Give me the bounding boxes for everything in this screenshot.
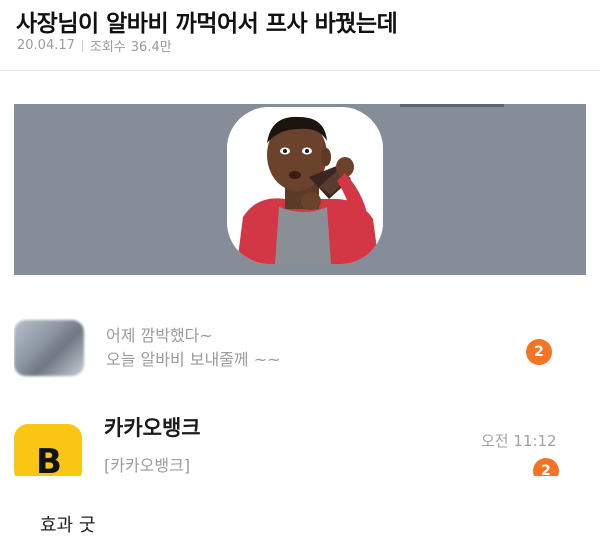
message-line-2: 오늘 알바비 보내줄께 ~~ [106, 350, 281, 369]
views-label: 조회수 [89, 40, 126, 55]
notification-boss-message[interactable]: 어제 깜박했다~ 오늘 알바비 보내줄께 ~~ 2 [14, 314, 586, 384]
app-subtitle: [카카오뱅크] [104, 456, 191, 475]
views-count: 36.4만 [130, 40, 172, 55]
post-date: 20.04.17 [17, 38, 75, 53]
man-with-empty-wallet-image [227, 107, 383, 264]
notification-time: 오전 11:12 [481, 432, 557, 450]
unread-count-badge: 2 [526, 339, 552, 365]
notification-kakaobank[interactable]: B 카카오뱅크 [카카오뱅크] 오전 11:12 2 [14, 400, 586, 476]
profile-banner [14, 104, 586, 275]
blurred-avatar [14, 320, 84, 376]
embedded-screenshot: 어제 깜박했다~ 오늘 알바비 보내줄께 ~~ 2 B 카카오뱅크 [카카오뱅크… [14, 104, 586, 476]
post-title: 사장님이 알바비 까먹어서 프사 바꿨는데 [16, 11, 398, 37]
kakaobank-app-icon: B [14, 424, 82, 476]
message-line-1: 어제 깜박했다~ [106, 326, 213, 345]
banner-edge [400, 104, 504, 107]
post-meta: 20.04.17 조회수 36.4만 [17, 36, 172, 55]
notification-message: 어제 깜박했다~ 오늘 알바비 보내줄께 ~~ [106, 324, 281, 372]
profile-photo [227, 107, 383, 264]
meta-divider [81, 39, 83, 52]
unread-count-badge: 2 [533, 458, 559, 476]
post-body-text: 효과 굿 [40, 515, 96, 536]
header-divider [0, 70, 600, 71]
app-name: 카카오뱅크 [104, 416, 201, 440]
kakaobank-logo-letter: B [36, 442, 62, 476]
post-header: 사장님이 알바비 까먹어서 프사 바꿨는데 20.04.17 조회수 36.4만 [0, 0, 600, 70]
